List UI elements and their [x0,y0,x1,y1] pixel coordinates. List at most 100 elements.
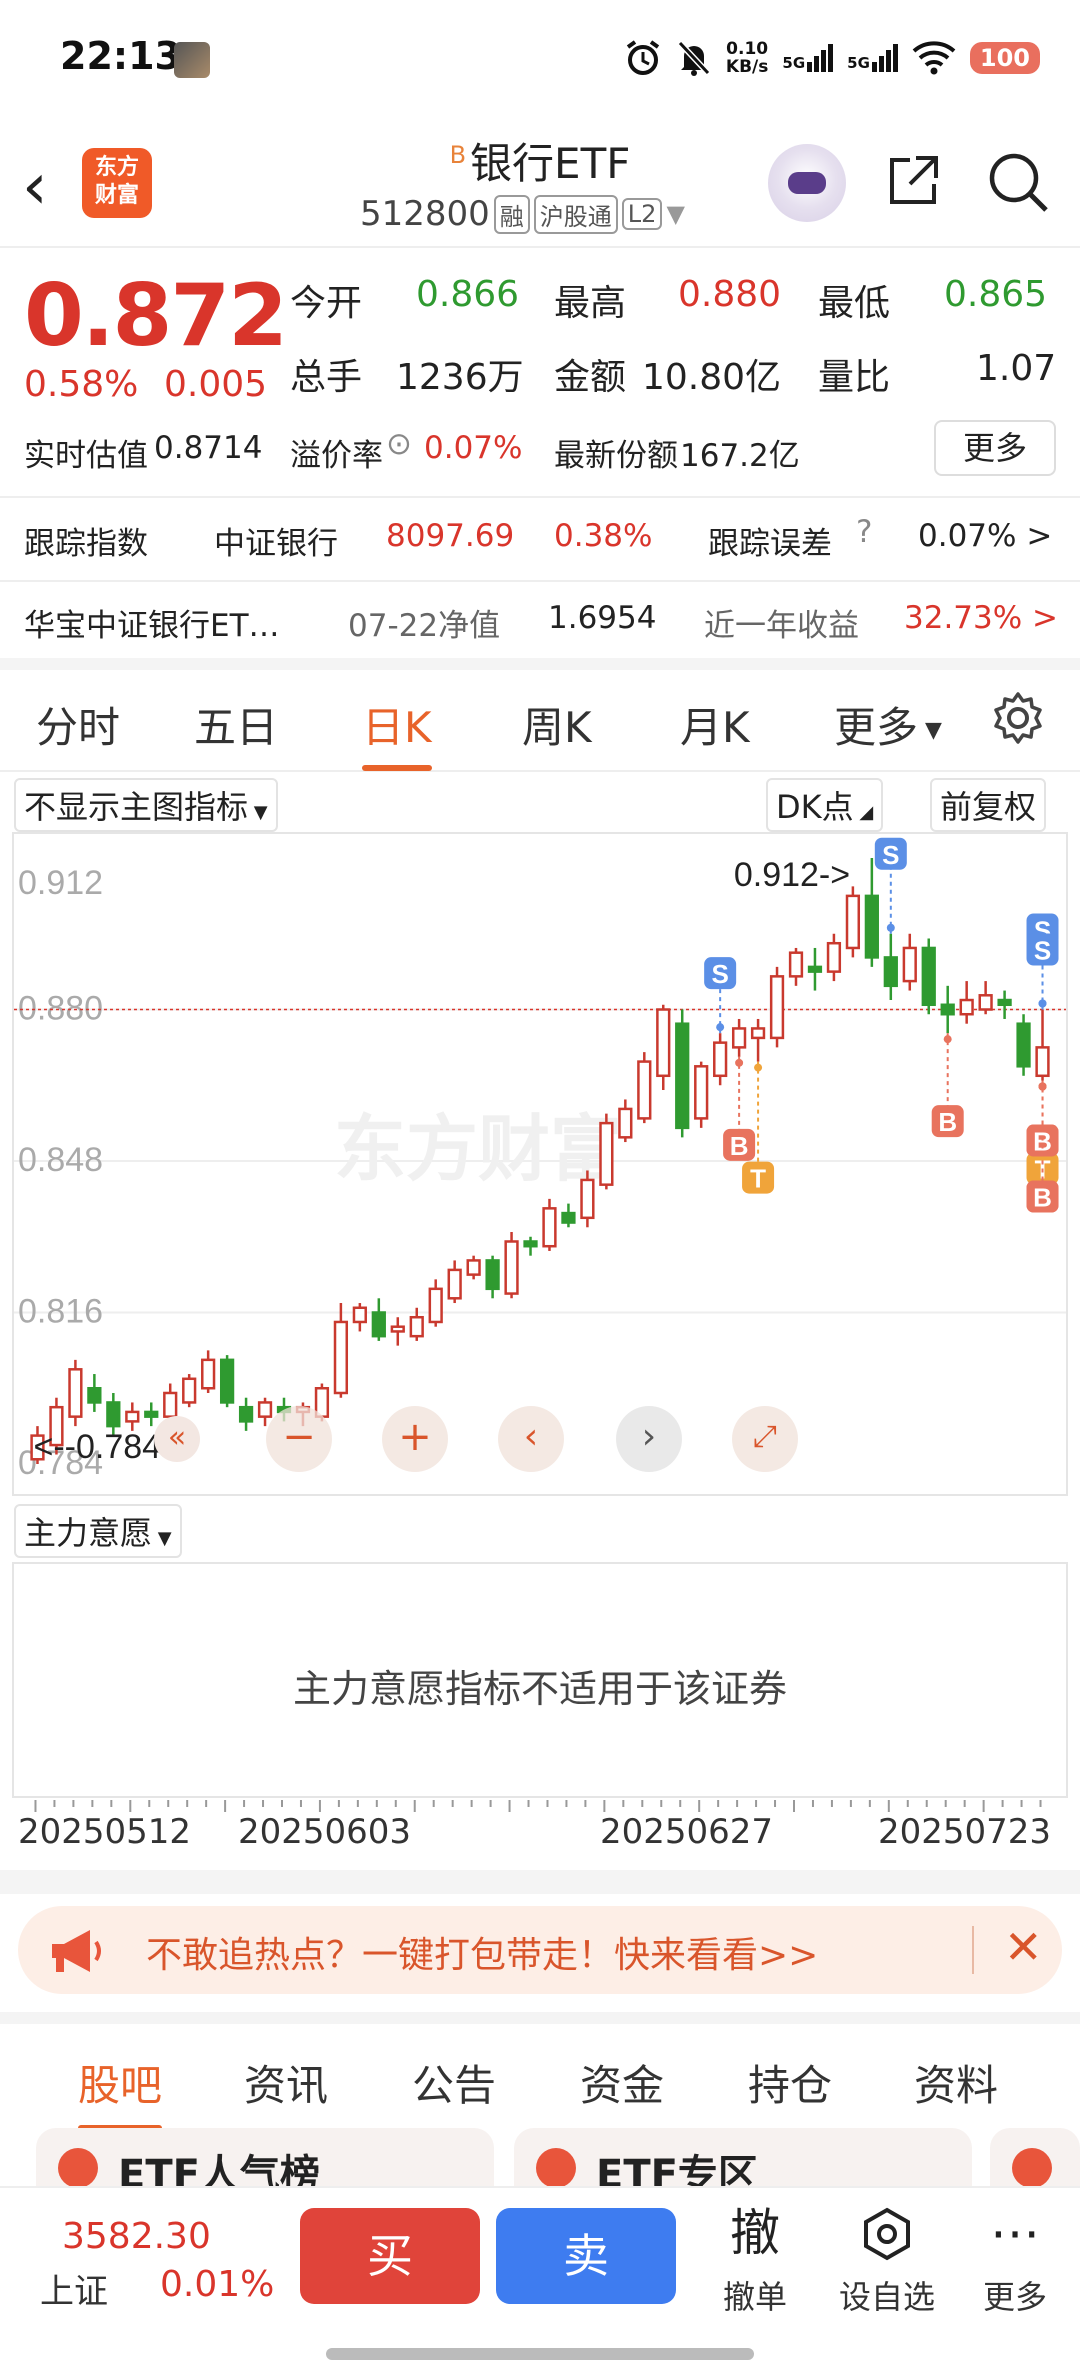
etf-popularity-card[interactable]: ETF人气榜 [36,2128,494,2198]
megaphone-icon [52,1930,101,1972]
high-label: 最高 [554,283,627,324]
signal-label: B [730,1131,749,1161]
scroll-right-button[interactable]: › [616,1406,682,1472]
adjust-mode-button[interactable]: 前复权 [930,778,1047,832]
search-icon[interactable] [986,150,1050,214]
buy-button[interactable]: 买 [300,2208,480,2304]
stock-code-row[interactable]: 512800 融 沪股通 L2 ▼ [360,194,685,234]
signal-dot [1038,1082,1047,1091]
zoom-in-button[interactable]: + [382,1406,448,1472]
high-value: 0.880 [678,274,782,315]
more-quote-button[interactable]: 更多 [934,420,1056,476]
stock-header: ‹ 东方 财富 B银行ETF 512800 融 沪股通 L2 ▼ [0,120,1080,248]
date-label: 20250512 [18,1812,192,1852]
tab-announcements[interactable]: 公告 [412,2052,496,2113]
signal-dot [886,923,895,932]
tab-profile[interactable]: 资料 [914,2052,998,2113]
wifi-icon [912,41,956,75]
signal-1-icon: 5G [782,44,834,72]
banner-divider [972,1926,974,1974]
candle-body [618,1107,633,1139]
candle-body [542,1207,557,1248]
candle-body [333,1320,349,1395]
stock-code: 512800 [360,194,490,234]
candle-body [978,994,993,1011]
candle-body [750,1027,766,1040]
tab-funds-flow[interactable]: 资金 [580,2052,664,2113]
promo-banner[interactable]: 不敢追热点？一键打包带走！快来看看>> ✕ [18,1906,1062,1994]
sub-indicator-select[interactable]: 主力意愿 ▼ [14,1504,182,1558]
candle-body [106,1401,121,1428]
more-dots-icon: ⋯ [990,2204,1040,2262]
high-marker-label: 0.912-> [734,856,850,894]
info-icon[interactable]: ⊙ [386,426,412,462]
card-icon [1012,2148,1052,2188]
estimate-value: 0.8714 [154,430,263,466]
candle-body [599,1121,614,1186]
etf-zone-card[interactable]: ETF专区 [514,2128,972,2198]
candle-body [504,1240,519,1295]
add-watchlist-button[interactable]: 设自选 [832,2202,942,2318]
amount-label: 金额 [554,357,627,398]
dk-point-select[interactable]: DK点 ◢ [766,778,884,832]
sell-button[interactable]: 卖 [496,2208,676,2304]
help-icon[interactable]: ? [856,514,872,550]
date-label: 20250723 [878,1812,1052,1852]
tab-weekly-k[interactable]: 周K [522,694,592,755]
share-icon[interactable] [886,152,942,208]
tab-forum[interactable]: 股吧 [78,2052,163,2131]
more-button[interactable]: ⋯ 更多 [960,2202,1070,2318]
cancel-order-button[interactable]: 撤 撤单 [700,2202,810,2318]
y-tick-label: 0.848 [18,1141,103,1179]
mute-bell-icon [677,40,711,76]
change-amount: 0.005 [164,364,268,405]
amount-value: 10.80亿 [642,357,782,398]
candle-body [845,894,861,950]
settings-gear-icon[interactable] [990,690,1046,746]
y-tick-label: 0.816 [18,1293,103,1331]
watchlist-icon [832,2202,942,2264]
signal-dot [1038,999,1047,1008]
tab-five-day[interactable]: 五日 [194,694,278,755]
signal-label: S [1034,936,1051,966]
robot-assistant-icon[interactable] [768,144,846,222]
tab-more[interactable]: 更多 ▼ [834,694,942,755]
dropdown-icon[interactable]: ▼ [666,200,684,228]
candle-body [428,1287,443,1324]
open-label: 今开 [290,283,363,324]
net-speed: 0.10 KB/s [725,39,769,77]
candle-body [826,941,842,973]
tab-news[interactable]: 资讯 [244,2052,328,2113]
scroll-left-button[interactable]: ‹ [498,1406,564,1472]
alarm-icon [626,40,660,75]
tag-l2: L2 [621,198,663,230]
watermark: 东方财富 [334,1110,622,1190]
main-indicator-select[interactable]: 不显示主图指标 ▼ [14,778,278,832]
candle-body [144,1410,159,1418]
fullscreen-icon[interactable]: ⤢ [732,1406,798,1472]
zoom-out-button[interactable]: − [266,1406,332,1472]
low-marker-label: <--0.784 [33,1428,161,1466]
candlestick-chart[interactable]: 东方财富 0.9120.8800.8480.8160.784 SBTSBSBTB… [12,832,1068,1496]
volume-label: 总手 [290,357,363,398]
candle-body [238,1405,254,1423]
index-value: 3582.30 [62,2216,211,2257]
candle-body [352,1306,367,1324]
signal-label: S [882,840,899,870]
home-indicator[interactable] [326,2348,754,2360]
tracking-index-pct: 0.38% [554,518,653,554]
candle-body [257,1401,273,1418]
tab-monthly-k[interactable]: 月K [680,694,750,755]
low-label: 最低 [818,283,891,324]
sub-indicator-panel: 主力意愿指标不适用于该证券 [12,1562,1068,1798]
rewind-icon[interactable]: « [154,1416,200,1462]
card-peek[interactable] [990,2128,1080,2188]
tab-holdings[interactable]: 持仓 [748,2052,832,2113]
close-icon[interactable]: ✕ [1004,1920,1043,1974]
cancel-icon: 撤 [730,2204,780,2262]
candle-body [561,1211,576,1224]
tab-daily-k[interactable]: 日K [362,694,432,771]
chart-period-tabs: 分时 五日 日K 周K 月K 更多 ▼ [0,668,1080,772]
nav-value: 1.6954 [548,600,657,636]
tab-intraday[interactable]: 分时 [36,694,120,755]
